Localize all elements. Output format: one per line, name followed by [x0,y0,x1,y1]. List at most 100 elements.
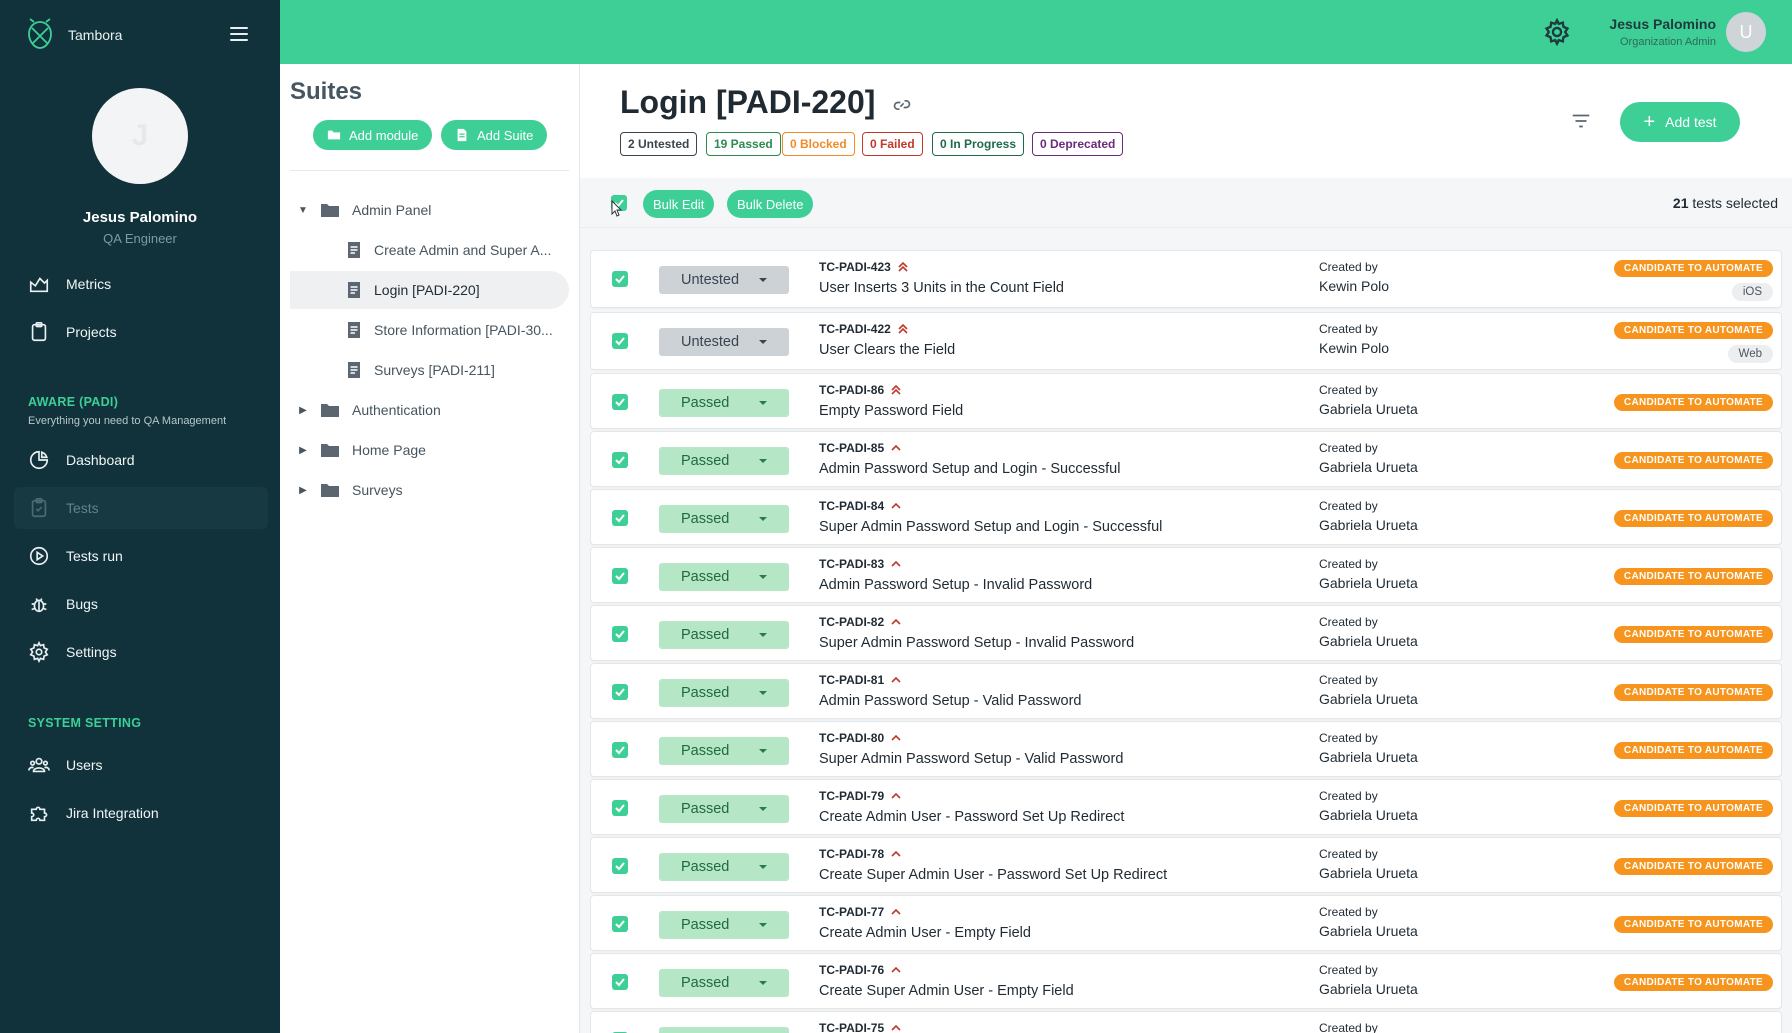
test-title[interactable]: Super Admin Password Setup and Login - S… [819,519,1162,535]
nav-item-bugs[interactable]: Bugs [14,583,268,625]
profile-avatar[interactable]: J [92,88,188,184]
nav-item-dashboard[interactable]: Dashboard [14,439,268,481]
status-dropdown[interactable]: Passed [659,447,789,475]
test-row[interactable]: Passed TC-PADI-79 Create Admin User - Pass… [590,779,1782,835]
chevron-down-icon [759,691,767,695]
test-row[interactable]: Untested TC-PADI-423 User Inserts 3 Units … [590,250,1782,308]
topbar-user-name[interactable]: Jesus Palomino [1609,16,1716,32]
nav-item-projects[interactable]: Projects [14,311,268,353]
status-count-badge: 19 Passed [706,132,781,156]
add-suite-button[interactable]: Add Suite [441,120,548,150]
priority-medium-icon [891,792,901,799]
test-title[interactable]: Create Super Admin User - Empty Field [819,983,1074,999]
settings-gear-icon[interactable] [1543,18,1571,46]
status-dropdown[interactable]: Passed [659,621,789,649]
test-row[interactable]: Passed TC-PADI-76 Create Super Admin User … [590,953,1782,1009]
test-title[interactable]: User Inserts 3 Units in the Count Field [819,280,1064,296]
test-title[interactable]: Create Admin User - Empty Field [819,925,1031,941]
bulk-delete-button[interactable]: Bulk Delete [727,190,814,218]
test-title[interactable]: User Clears the Field [819,342,955,358]
tree-folder[interactable]: ▶ Home Page [290,431,569,469]
row-checkbox[interactable] [612,916,628,932]
bulk-edit-button[interactable]: Bulk Edit [643,190,715,218]
row-checkbox[interactable] [612,333,628,349]
row-checkbox[interactable] [612,626,628,642]
test-id: TC-PADI-76 [819,963,902,977]
add-test-button[interactable]: + Add test [1620,102,1740,142]
nav-item-tests-run[interactable]: Tests run [14,535,268,577]
status-dropdown[interactable]: Untested [659,266,789,294]
status-dropdown[interactable]: Passed [659,505,789,533]
tree-suite[interactable]: Surveys [PADI-211] [290,351,569,389]
test-row[interactable]: Passed TC-PADI-86 Empty Password Field Crea… [590,373,1782,429]
test-title[interactable]: Empty Password Field [819,403,963,419]
test-row[interactable]: Passed TC-PADI-75 Created by [590,1011,1782,1033]
topbar-avatar[interactable]: U [1726,12,1766,52]
test-row[interactable]: Passed TC-PADI-81 Admin Password Setup - V… [590,663,1782,719]
selected-count-suffix: tests selected [1692,195,1778,211]
status-dropdown[interactable]: Passed [659,563,789,591]
test-title[interactable]: Admin Password Setup and Login - Success… [819,461,1120,477]
row-checkbox[interactable] [612,394,628,410]
row-checkbox[interactable] [612,568,628,584]
test-title[interactable]: Admin Password Setup - Invalid Password [819,577,1092,593]
test-row[interactable]: Passed TC-PADI-77 Create Admin User - Empt… [590,895,1782,951]
status-dropdown[interactable]: Passed [659,969,789,997]
chevron-down-icon [759,459,767,463]
status-dropdown[interactable]: Passed [659,795,789,823]
caret-right-icon[interactable]: ▶ [296,445,310,456]
test-title[interactable]: Create Super Admin User - Password Set U… [819,867,1167,883]
nav-item-jira-integration[interactable]: Jira Integration [14,792,268,834]
status-dropdown[interactable]: Passed [659,679,789,707]
row-checkbox[interactable] [612,742,628,758]
nav-item-users[interactable]: Users [14,744,268,786]
row-checkbox[interactable] [612,684,628,700]
status-dropdown[interactable]: Passed [659,737,789,765]
test-title[interactable]: Create Admin User - Password Set Up Redi… [819,809,1124,825]
row-checkbox[interactable] [612,452,628,468]
check-icon [615,337,625,346]
caret-right-icon[interactable]: ▶ [296,485,310,496]
row-checkbox[interactable] [612,800,628,816]
automate-badge: CANDIDATE TO AUTOMATE [1613,568,1773,585]
link-icon[interactable] [892,95,912,115]
test-row[interactable]: Passed TC-PADI-84 Super Admin Password Set… [590,489,1782,545]
brand[interactable]: Tambora [24,18,122,52]
test-title[interactable]: Super Admin Password Setup - Valid Passw… [819,751,1123,767]
menu-toggle-icon[interactable] [230,27,248,41]
status-dropdown[interactable]: Passed [659,1027,789,1033]
nav-item-metrics[interactable]: Metrics [14,263,268,305]
row-checkbox[interactable] [612,858,628,874]
test-row[interactable]: Untested TC-PADI-422 User Clears the Field… [590,312,1782,370]
test-row[interactable]: Passed TC-PADI-78 Create Super Admin User … [590,837,1782,893]
status-dropdown[interactable]: Passed [659,853,789,881]
tree-suite[interactable]: Store Information [PADI-30... [290,311,569,349]
nav-item-tests[interactable]: Tests [14,487,268,529]
check-icon [615,688,625,697]
nav-label: Tests run [66,548,123,564]
test-row[interactable]: Passed TC-PADI-82 Super Admin Password Set… [590,605,1782,661]
row-checkbox[interactable] [612,510,628,526]
tree-suite[interactable]: Login [PADI-220] [290,271,569,309]
filter-icon[interactable] [1570,110,1592,132]
tree-folder[interactable]: ▼ Admin Panel [290,191,569,229]
test-title[interactable]: Admin Password Setup - Valid Password [819,693,1081,709]
tree-suite[interactable]: Create Admin and Super A... [290,231,569,269]
tree-folder[interactable]: ▶ Authentication [290,391,569,429]
test-title[interactable]: Super Admin Password Setup - Invalid Pas… [819,635,1134,651]
add-module-button[interactable]: Add module [313,120,433,150]
caret-right-icon[interactable]: ▶ [296,405,310,416]
test-row[interactable]: Passed TC-PADI-83 Admin Password Setup - I… [590,547,1782,603]
status-dropdown[interactable]: Passed [659,911,789,939]
caret-down-icon[interactable]: ▼ [296,205,310,216]
check-icon [615,978,625,987]
row-checkbox[interactable] [612,974,628,990]
test-row[interactable]: Passed TC-PADI-85 Admin Password Setup and… [590,431,1782,487]
check-icon [615,514,625,523]
nav-item-settings[interactable]: Settings [14,631,268,673]
status-dropdown[interactable]: Passed [659,389,789,417]
row-checkbox[interactable] [612,271,628,287]
status-dropdown[interactable]: Untested [659,328,789,356]
tree-folder[interactable]: ▶ Surveys [290,471,569,509]
test-row[interactable]: Passed TC-PADI-80 Super Admin Password Set… [590,721,1782,777]
